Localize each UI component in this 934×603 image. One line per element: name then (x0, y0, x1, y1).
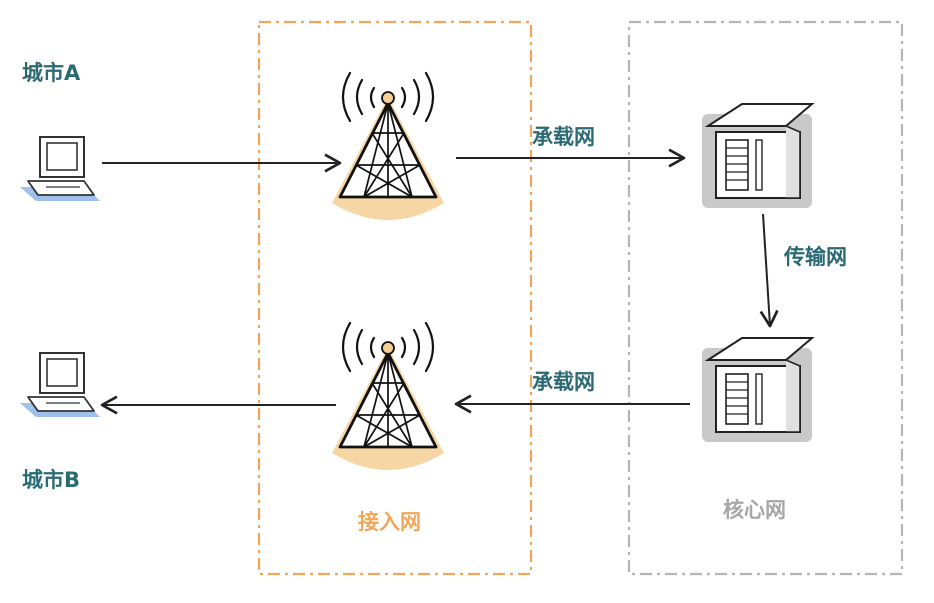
arrow-core-transport-down (759, 213, 779, 328)
laptop-icon (20, 352, 100, 417)
laptop-icon (20, 136, 100, 201)
city-b-label: 城市B (22, 468, 81, 492)
city-a-label: 城市A (22, 61, 81, 85)
bearer-network-top-label: 承载网 (532, 125, 595, 149)
network-diagram (20, 20, 904, 576)
bearer-network-bottom-label: 承载网 (532, 370, 595, 394)
cell-tower-icon (332, 71, 444, 220)
core-network-label: 核心网 (723, 498, 786, 522)
transport-network-label: 传输网 (784, 245, 847, 269)
cell-tower-icon (332, 321, 444, 470)
server-building-icon (702, 337, 815, 442)
server-building-icon (702, 103, 815, 208)
access-network-zone (257, 20, 533, 576)
access-network-label: 接入网 (358, 510, 421, 534)
